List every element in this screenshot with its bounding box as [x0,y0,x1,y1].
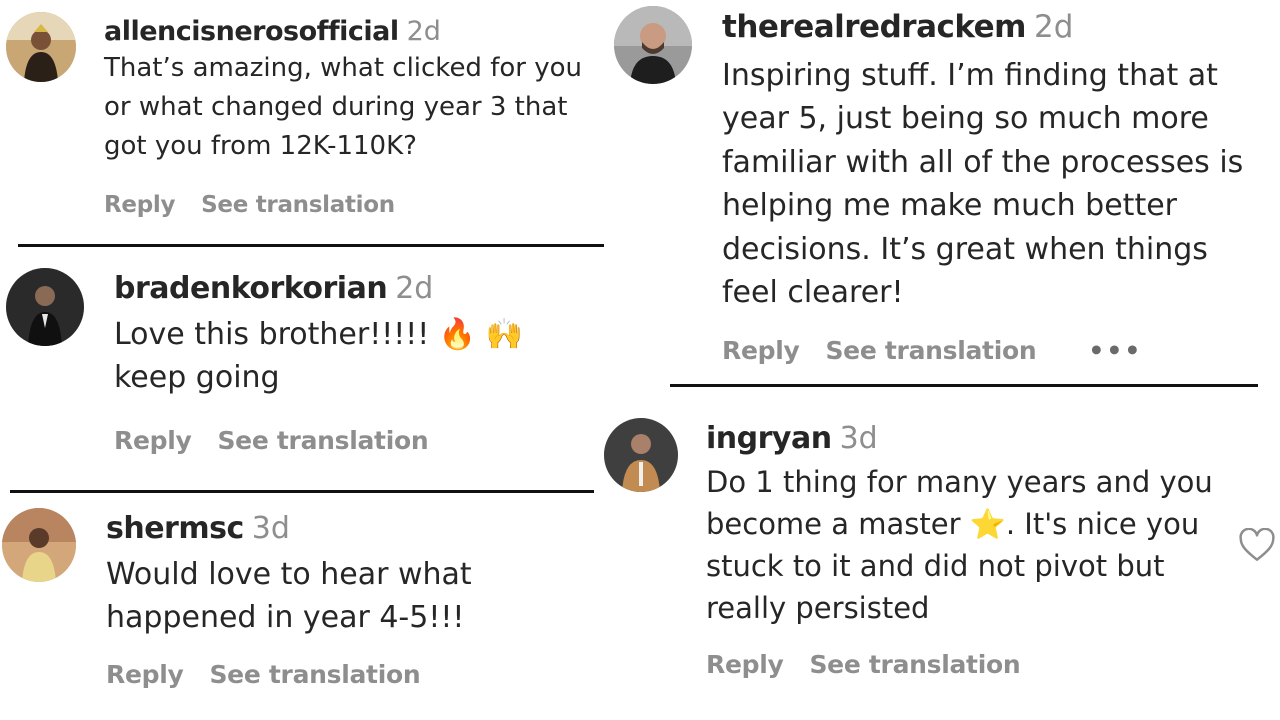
avatar[interactable] [614,6,692,84]
avatar-image [6,12,76,82]
reply-button[interactable]: Reply [706,650,784,679]
timestamp: 3d [251,511,290,546]
raised-hands-emoji-icon: 🙌 [485,316,524,352]
reply-button[interactable]: Reply [114,426,192,455]
username[interactable]: shermsc [106,511,244,546]
see-translation-button[interactable]: See translation [809,650,1020,679]
divider [670,384,1258,387]
comment-text: Love this brother!!!!! 🔥 🙌 keep going [114,313,594,400]
see-translation-button[interactable]: See translation [825,336,1036,365]
avatar[interactable] [6,268,84,346]
avatar-image [614,6,692,84]
username[interactable]: ingryan [706,421,832,456]
comment-text: That’s amazing, what clicked for you or … [104,53,582,162]
comment-text-end: keep going [114,360,280,395]
comment-text: Inspiring stuff. I’m finding that at yea… [722,57,1244,311]
comment-text-start: Love this brother!!!!! [114,316,439,352]
timestamp: 3d [839,421,878,456]
avatar[interactable] [6,12,76,82]
see-translation-button[interactable]: See translation [209,660,420,689]
divider [10,490,594,493]
username[interactable]: allencisnerosofficial [104,16,399,47]
timestamp: 2d [395,271,434,306]
see-translation-button[interactable]: See translation [217,426,428,455]
reply-button[interactable]: Reply [106,660,184,689]
reply-button[interactable]: Reply [722,336,800,365]
avatar-image [6,268,84,346]
avatar[interactable] [2,508,76,582]
reply-button[interactable]: Reply [104,192,175,218]
comment-text: Do 1 thing for many years and you become… [706,461,1216,629]
timestamp: 2d [1033,9,1074,45]
see-translation-button[interactable]: See translation [201,192,395,218]
star-emoji-icon: ⭐ [969,506,1006,541]
divider [18,244,604,247]
heart-icon[interactable] [1238,527,1276,562]
fire-emoji-icon: 🔥 [438,316,477,352]
username[interactable]: bradenkorkorian [114,271,388,306]
comment-text: Would love to hear what happened in year… [106,556,472,636]
avatar-image [604,418,678,492]
timestamp: 2d [406,16,441,47]
more-options-icon[interactable]: ••• [1088,336,1142,365]
username[interactable]: therealredrackem [722,9,1026,45]
avatar[interactable] [604,418,678,492]
avatar-image [2,508,76,582]
